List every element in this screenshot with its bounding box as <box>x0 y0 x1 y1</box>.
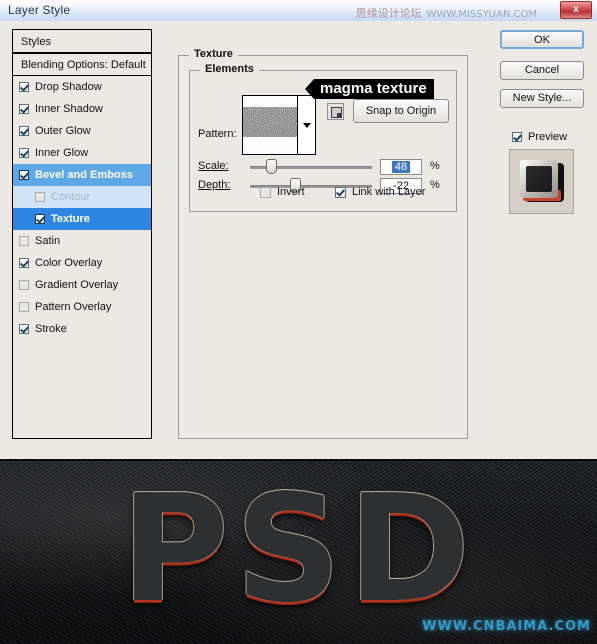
sidebar-item-label: Pattern Overlay <box>35 301 112 313</box>
layer-style-dialog: Layer Style 思缘设计论坛 WWW.MISSYUAN.COM x Sty… <box>0 0 597 461</box>
sidebar-item-stroke[interactable]: Stroke <box>13 318 151 340</box>
screenshot-root: Layer Style 思缘设计论坛 WWW.MISSYUAN.COM x Sty… <box>0 0 597 644</box>
styles-header: Styles <box>13 30 151 54</box>
sidebar-item-outer-glow[interactable]: Outer Glow <box>13 120 151 142</box>
sidebar-item-label: Stroke <box>35 323 67 335</box>
sidebar-item-label: Texture <box>51 213 90 225</box>
checkbox-icon[interactable] <box>19 324 29 334</box>
checkbox-icon[interactable] <box>19 280 29 290</box>
stage-watermark: WWW.CNBAIMA.COM <box>422 619 591 634</box>
dialog-body: Styles Blending Options: Default Drop Sh… <box>0 21 597 459</box>
scale-label: Scale: <box>198 160 229 172</box>
texture-settings-group: Texture Elements Pattern: Snap to Origin <box>178 48 468 439</box>
checkbox-icon[interactable] <box>19 236 29 246</box>
preview-face-layer <box>525 165 552 192</box>
sidebar-item-label: Satin <box>35 235 61 247</box>
sidebar-item-label: Inner Glow <box>35 147 89 159</box>
preview-thumbnail-art <box>519 159 564 204</box>
pattern-picker[interactable] <box>242 95 316 155</box>
styles-list-panel: Styles Blending Options: Default Drop Sh… <box>12 29 152 439</box>
pattern-swatch[interactable] <box>243 96 298 154</box>
watermark-chinese: 思缘设计论坛 <box>355 7 422 20</box>
sidebar-item-label: Contour <box>51 191 91 203</box>
checkbox-icon[interactable] <box>35 214 45 224</box>
canvas-preview: PSD WWW.CNBAIMA.COM <box>0 461 597 644</box>
checkbox-icon[interactable] <box>19 302 29 312</box>
scale-unit: % <box>430 160 440 172</box>
checkbox-icon[interactable] <box>19 258 29 268</box>
dialog-titlebar: Layer Style 思缘设计论坛 WWW.MISSYUAN.COM x <box>0 0 597 22</box>
elements-group-title: Elements <box>200 63 259 75</box>
scale-input[interactable]: 48 <box>380 159 422 175</box>
site-watermark: 思缘设计论坛 WWW.MISSYUAN.COM <box>356 5 537 21</box>
sidebar-item-drop-shadow[interactable]: Drop Shadow <box>13 76 151 98</box>
preview-checkbox-row[interactable]: Preview <box>512 131 567 143</box>
new-pattern-icon[interactable] <box>327 103 344 120</box>
invert-label: Invert <box>277 186 305 198</box>
invert-checkbox-row[interactable]: Invert <box>260 186 305 198</box>
checkbox-icon[interactable] <box>512 132 522 142</box>
depth-label: Depth: <box>198 179 231 191</box>
scale-slider-thumb[interactable] <box>266 159 277 174</box>
chevron-down-icon <box>302 122 311 128</box>
preview-bevel-layer <box>519 159 558 198</box>
sidebar-item-texture[interactable]: Texture <box>13 208 151 230</box>
checkbox-icon[interactable] <box>19 170 29 180</box>
sidebar-item-gradient-overlay[interactable]: Gradient Overlay <box>13 274 151 296</box>
snap-to-origin-button[interactable]: Snap to Origin <box>353 99 449 123</box>
sidebar-item-label: Gradient Overlay <box>35 279 119 291</box>
sidebar-item-label: Drop Shadow <box>35 81 102 93</box>
texture-group-title: Texture <box>189 48 238 60</box>
sidebar-item-label: Bevel and Emboss <box>35 169 133 181</box>
checkbox-icon[interactable] <box>260 186 271 198</box>
sidebar-item-label: Color Overlay <box>35 257 103 269</box>
watermark-url: WWW.MISSYUAN.COM <box>426 9 537 20</box>
link-with-layer-checkbox-row[interactable]: Link with Layer <box>335 186 425 198</box>
checkbox-icon[interactable] <box>19 104 29 114</box>
preview-label: Preview <box>528 131 568 143</box>
new-style-button[interactable]: New Style... <box>500 89 584 108</box>
pattern-texture-preview <box>243 107 298 137</box>
checkbox-icon[interactable] <box>35 192 45 202</box>
scale-row: Scale: 48 % <box>198 159 448 175</box>
link-with-layer-label: Link with Layer <box>352 186 426 198</box>
checkbox-icon[interactable] <box>19 126 29 136</box>
sidebar-item-bevel-and-emboss[interactable]: Bevel and Emboss <box>13 164 151 186</box>
magma-texture-callout: magma texture <box>305 79 434 99</box>
sidebar-item-inner-shadow[interactable]: Inner Shadow <box>13 98 151 120</box>
close-icon[interactable]: x <box>560 1 592 19</box>
blending-options-item[interactable]: Blending Options: Default <box>13 54 151 76</box>
sidebar-item-satin[interactable]: Satin <box>13 230 151 252</box>
sidebar-item-inner-glow[interactable]: Inner Glow <box>13 142 151 164</box>
sidebar-item-contour[interactable]: Contour <box>13 186 151 208</box>
checkbox-icon[interactable] <box>335 186 346 198</box>
ok-button[interactable]: OK <box>500 30 584 49</box>
page-title: Layer Style <box>8 3 71 17</box>
pattern-label: Pattern: <box>198 128 237 140</box>
sidebar-item-label: Inner Shadow <box>35 103 103 115</box>
pattern-dropdown-button[interactable] <box>297 96 315 154</box>
checkbox-icon[interactable] <box>19 148 29 158</box>
sidebar-item-pattern-overlay[interactable]: Pattern Overlay <box>13 296 151 318</box>
pattern-preset-glyph <box>331 107 342 118</box>
depth-unit: % <box>430 179 440 191</box>
psd-artwork-text: PSD <box>120 462 477 635</box>
sidebar-item-label: Outer Glow <box>35 125 91 137</box>
checkbox-icon[interactable] <box>19 82 29 92</box>
cancel-button[interactable]: Cancel <box>500 61 584 80</box>
sidebar-item-color-overlay[interactable]: Color Overlay <box>13 252 151 274</box>
preview-thumbnail <box>509 149 574 214</box>
